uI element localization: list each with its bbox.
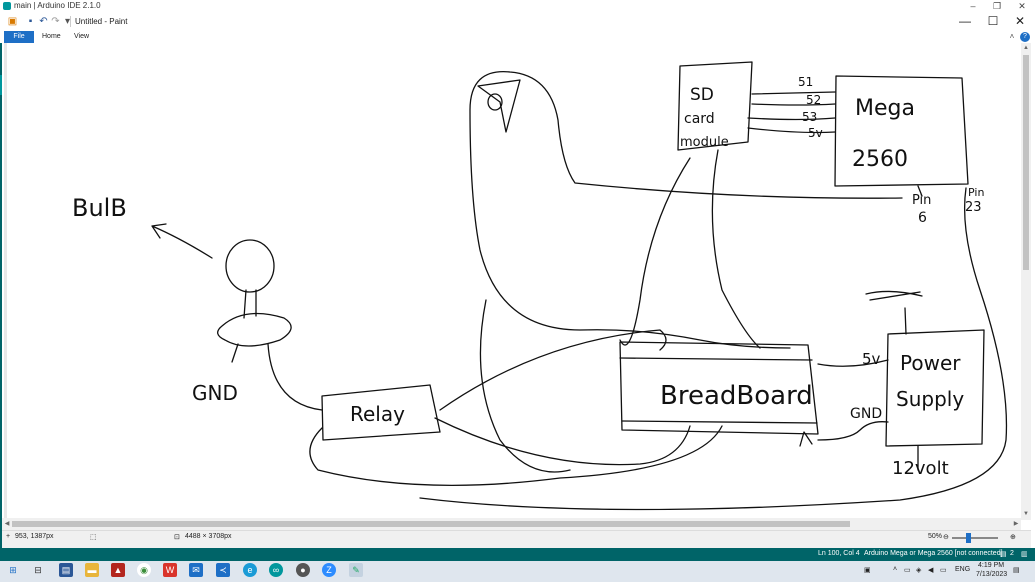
- arduino-app-icon: [3, 2, 11, 10]
- ribbon-collapse-icon[interactable]: ˄: [1007, 32, 1017, 42]
- zoom-out-icon[interactable]: ⊖: [943, 533, 949, 541]
- zoom-icon[interactable]: Z: [322, 563, 336, 577]
- zoom-slider-thumb[interactable]: [966, 533, 971, 543]
- notifications-icon[interactable]: ▤: [1000, 550, 1007, 558]
- scroll-right-icon[interactable]: ▶: [1011, 518, 1021, 530]
- paint-title-bar: ▣ ▪ ↶ ↷ ▾ Untitled - Paint — ☐ ✕: [0, 13, 1035, 32]
- tray-overflow-icon[interactable]: ˄: [893, 566, 897, 573]
- paint-minimize-button[interactable]: —: [950, 13, 980, 31]
- paint-maximize-button[interactable]: ☐: [978, 13, 1008, 31]
- battery-icon[interactable]: ▭: [940, 566, 947, 574]
- wps-icon[interactable]: W: [163, 563, 177, 577]
- ribbon-bar: [0, 31, 1035, 43]
- save-icon[interactable]: ▪: [25, 16, 36, 27]
- undo-icon[interactable]: ↶: [38, 16, 49, 27]
- clock-time[interactable]: 4:19 PM: [978, 562, 1004, 569]
- redo-icon[interactable]: ↷: [50, 16, 61, 27]
- paint-close-button[interactable]: ✕: [1005, 13, 1035, 31]
- volume-icon[interactable]: ◀: [928, 566, 933, 574]
- canvas-size: 4488 × 3708px: [185, 533, 232, 540]
- canvas-gutter: [4, 43, 7, 518]
- paint-icon[interactable]: ✎: [349, 563, 363, 577]
- tab-home[interactable]: Home: [42, 31, 61, 43]
- tab-file[interactable]: File: [4, 31, 34, 43]
- canvas-size-icon: ⊡: [174, 534, 180, 541]
- cursor-position-icon: +: [6, 533, 11, 540]
- chrome-icon[interactable]: ◉: [137, 563, 151, 577]
- notifications-count: 2: [1010, 550, 1014, 557]
- language-indicator[interactable]: ENG: [955, 566, 970, 573]
- help-icon[interactable]: ?: [1020, 32, 1030, 42]
- network-icon[interactable]: ◈: [916, 566, 921, 574]
- scroll-down-icon[interactable]: ▼: [1021, 509, 1031, 519]
- camera-icon[interactable]: ●: [296, 563, 310, 577]
- notification-center-icon[interactable]: ▤: [1013, 566, 1020, 574]
- paint-window-title: Untitled - Paint: [75, 17, 128, 26]
- horizontal-scroll-thumb[interactable]: [12, 521, 850, 527]
- start-icon[interactable]: ⊞: [6, 563, 20, 577]
- outer-minimize-button[interactable]: –: [962, 0, 984, 13]
- windows-taskbar: [0, 561, 1035, 582]
- scroll-up-icon[interactable]: ▲: [1021, 43, 1031, 53]
- vertical-scroll-thumb[interactable]: [1023, 55, 1029, 270]
- edge-icon[interactable]: e: [243, 563, 257, 577]
- tab-view[interactable]: View: [74, 31, 89, 43]
- file-explorer-icon[interactable]: ▬: [85, 563, 99, 577]
- scroll-left-icon[interactable]: ◀: [2, 518, 12, 530]
- outer-close-button[interactable]: ✕: [1011, 0, 1033, 13]
- arduino-icon[interactable]: ∞: [269, 563, 283, 577]
- paint-status-bar: [2, 530, 1031, 548]
- cursor-position: 953, 1387px: [15, 533, 54, 540]
- arduino-window-title: main | Arduino IDE 2.1.0: [14, 1, 101, 10]
- app-icon[interactable]: ▲: [111, 563, 125, 577]
- title-divider: [70, 16, 71, 27]
- tray-icon-1[interactable]: ▣: [864, 566, 871, 574]
- zoom-slider[interactable]: [952, 537, 998, 539]
- task-view-icon[interactable]: ⊟: [31, 563, 45, 577]
- selection-icon: ⬚: [90, 534, 97, 541]
- vscode-icon[interactable]: ≺: [216, 563, 230, 577]
- tray-camera-icon[interactable]: ▭: [904, 566, 911, 574]
- zoom-level: 50%: [928, 533, 943, 540]
- output-panel-icon[interactable]: ▥: [1021, 550, 1028, 558]
- customize-dropdown-icon[interactable]: ▾: [62, 16, 73, 27]
- paint-canvas[interactable]: [2, 43, 1022, 518]
- arduino-title-bar: main | Arduino IDE 2.1.0 – ❐ ✕: [0, 0, 1035, 13]
- cursor-line-col: Ln 100, Col 4: [818, 550, 860, 557]
- outer-restore-button[interactable]: ❐: [986, 0, 1008, 13]
- board-status[interactable]: Arduino Mega or Mega 2560 [not connected…: [864, 550, 1003, 557]
- clock-date[interactable]: 7/13/2023: [976, 571, 1007, 578]
- mail-icon[interactable]: ✉: [189, 563, 203, 577]
- store-icon[interactable]: ▤: [59, 563, 73, 577]
- zoom-in-icon[interactable]: ⊕: [1010, 533, 1016, 541]
- paint-app-icon: ▣: [7, 16, 18, 27]
